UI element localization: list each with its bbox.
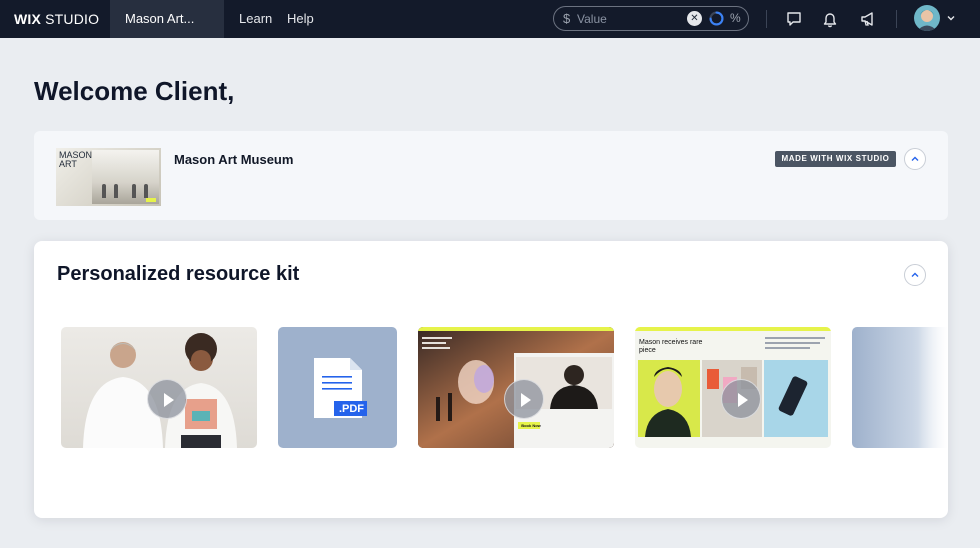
chat-icon[interactable] bbox=[785, 10, 803, 28]
figure bbox=[132, 184, 136, 198]
clear-icon[interactable]: ✕ bbox=[687, 11, 702, 26]
scroll-fade bbox=[918, 321, 948, 456]
chevron-up-icon bbox=[911, 156, 919, 161]
user-avatar-image bbox=[914, 5, 940, 31]
page-title: Welcome Client, bbox=[34, 76, 235, 106]
resource-video-tile[interactable]: Mason receives rare piece bbox=[635, 327, 831, 448]
wix-studio-logo[interactable]: WIX STUDIO bbox=[14, 11, 99, 27]
site-tab[interactable]: Mason Art... bbox=[110, 0, 224, 38]
resource-kit-panel: Personalized resource kit .PDF Book Now … bbox=[34, 241, 948, 518]
nav-learn[interactable]: Learn bbox=[239, 11, 272, 26]
collapse-site-button[interactable] bbox=[904, 148, 926, 170]
chevron-up-icon bbox=[911, 272, 919, 277]
loading-spinner-icon bbox=[709, 11, 724, 26]
chevron-down-icon[interactable] bbox=[946, 13, 956, 23]
value-search-field[interactable]: $ ✕ % bbox=[553, 6, 749, 31]
divider bbox=[766, 10, 767, 28]
value-input[interactable] bbox=[577, 10, 677, 27]
percent-suffix: % bbox=[730, 11, 741, 25]
divider bbox=[896, 10, 897, 28]
avatar[interactable] bbox=[914, 5, 940, 31]
megaphone-icon[interactable] bbox=[859, 10, 877, 28]
section-title: Personalized resource kit bbox=[57, 263, 300, 285]
figure bbox=[102, 184, 106, 198]
site-card: MASON ART Mason Art Museum MADE WITH WIX… bbox=[34, 131, 948, 220]
play-icon[interactable] bbox=[721, 379, 761, 419]
book-now-label: Book Now bbox=[521, 423, 541, 428]
dollar-prefix: $ bbox=[563, 11, 571, 26]
site-name[interactable]: Mason Art Museum bbox=[174, 152, 293, 167]
pdf-document-icon bbox=[314, 358, 367, 418]
tile-caption: Mason receives rare piece bbox=[639, 339, 703, 354]
thumbnail-title: MASON ART bbox=[59, 150, 93, 169]
made-with-badge: MADE WITH WIX STUDIO bbox=[775, 151, 896, 167]
bell-icon[interactable] bbox=[821, 10, 839, 28]
play-icon[interactable] bbox=[147, 379, 187, 419]
thumbnail-photo bbox=[92, 150, 159, 204]
site-thumbnail[interactable]: MASON ART bbox=[56, 148, 161, 206]
top-bar: WIX STUDIO Mason Art... Learn Help $ ✕ % bbox=[0, 0, 980, 38]
figure bbox=[114, 184, 118, 198]
play-icon[interactable] bbox=[504, 379, 544, 419]
resource-video-tile[interactable]: Book Now bbox=[418, 327, 614, 448]
figure bbox=[144, 184, 148, 198]
resource-pdf-tile[interactable]: .PDF bbox=[278, 327, 397, 448]
pdf-label: .PDF bbox=[338, 403, 365, 415]
collapse-kit-button[interactable] bbox=[904, 264, 926, 286]
resource-video-tile[interactable] bbox=[61, 327, 257, 448]
nav-help[interactable]: Help bbox=[287, 11, 314, 26]
thumbnail-accent bbox=[146, 198, 156, 202]
